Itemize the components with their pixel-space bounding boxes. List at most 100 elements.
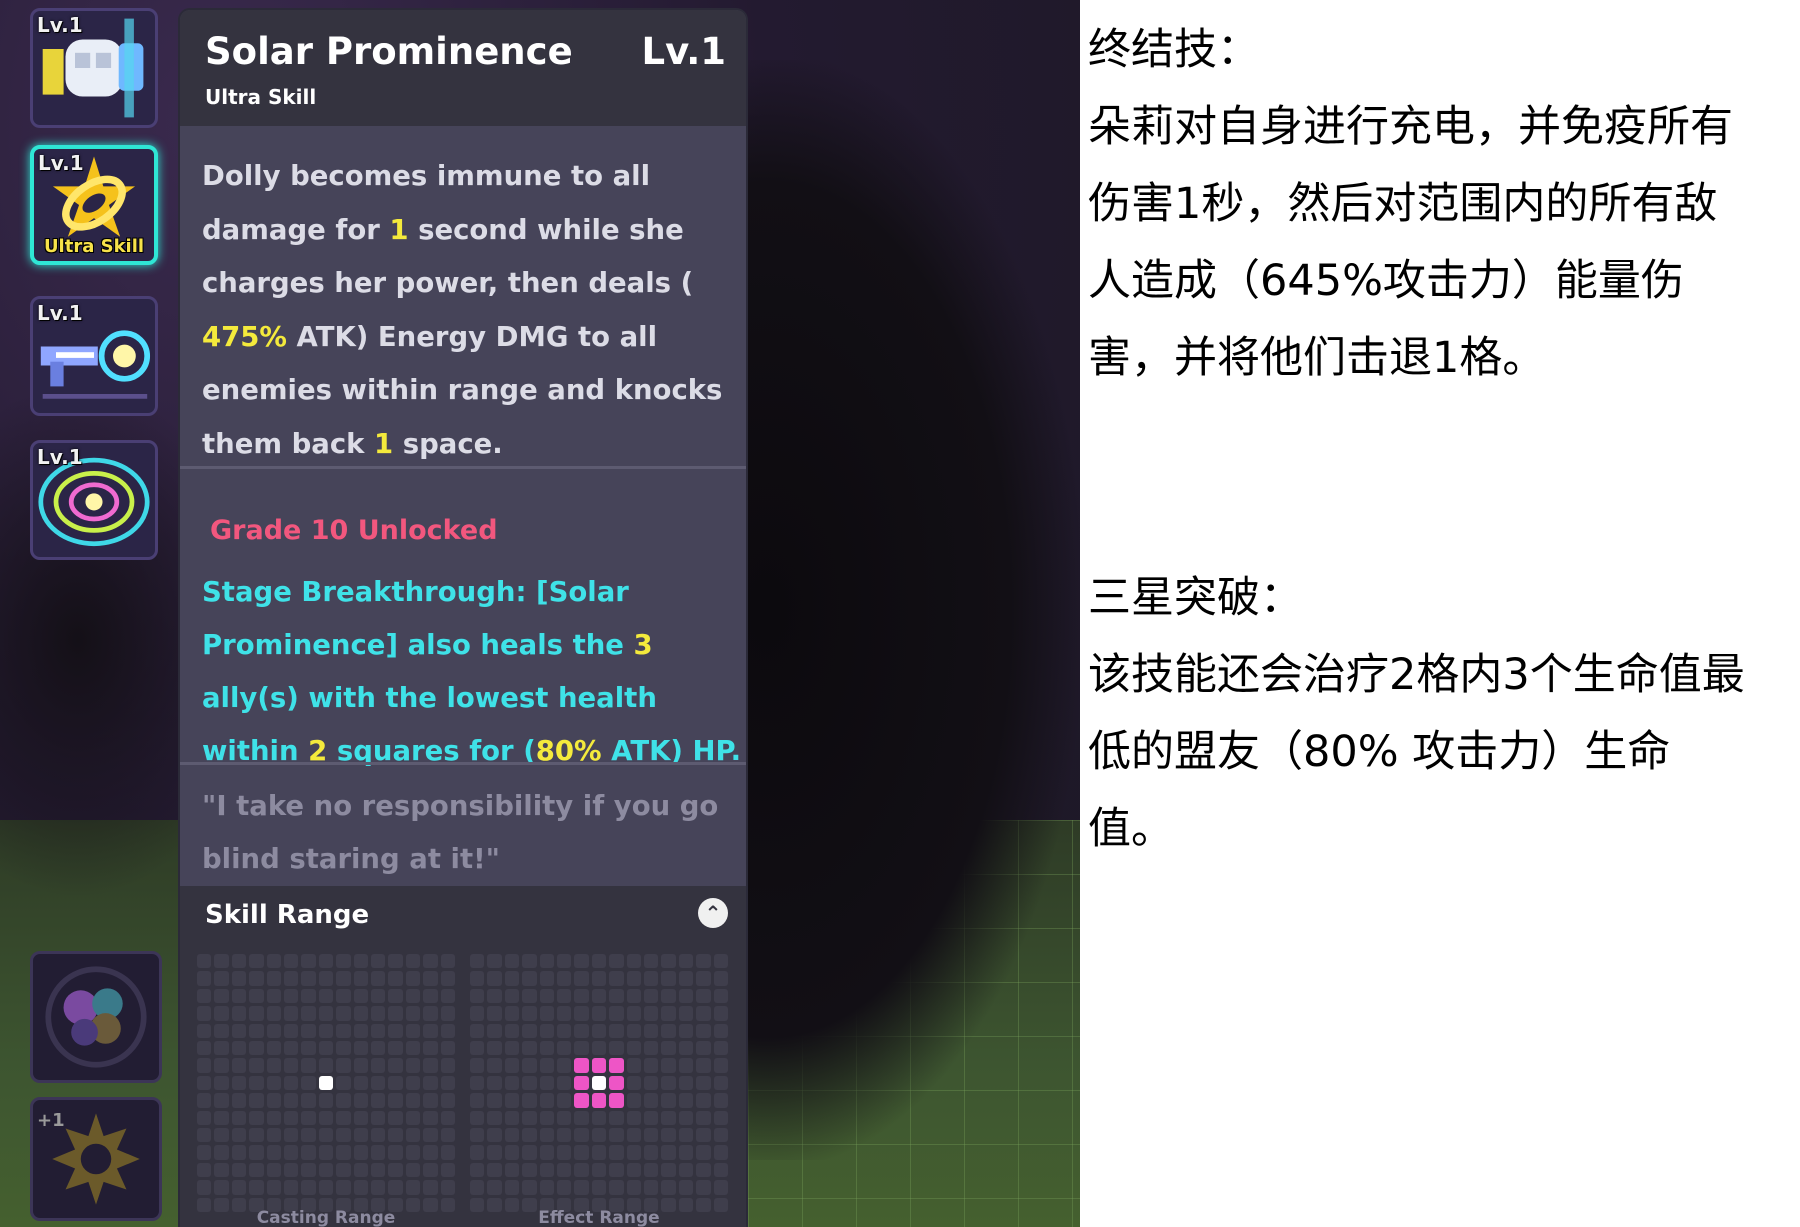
range-cell	[678, 1040, 694, 1056]
range-cell	[661, 988, 676, 1004]
passive-icon-orb[interactable]	[30, 951, 162, 1083]
range-cell	[336, 971, 351, 986]
passive-icon-sun[interactable]: +1	[30, 1097, 162, 1221]
range-cell	[197, 1058, 212, 1073]
divider	[180, 466, 746, 469]
range-cell	[440, 1058, 455, 1073]
range-cell	[470, 954, 485, 969]
range-cell	[643, 1006, 659, 1021]
range-cell	[556, 1058, 572, 1073]
range-cell	[556, 1075, 572, 1091]
skill-icon-4[interactable]: Lv.1	[30, 440, 158, 560]
range-cell	[249, 1162, 264, 1178]
range-cell	[591, 988, 607, 1004]
range-cell	[661, 971, 676, 986]
range-cell	[336, 1093, 351, 1108]
range-cell	[423, 988, 438, 1004]
skill-flavor-quote: "I take no responsibility if you go blin…	[202, 790, 719, 875]
range-cell	[353, 1127, 368, 1143]
range-cell	[487, 988, 502, 1004]
range-cell	[661, 1093, 676, 1108]
range-cell	[713, 971, 728, 986]
range-cell-effect	[574, 1093, 589, 1108]
range-cell	[504, 1180, 520, 1195]
range-cell	[353, 1023, 368, 1038]
range-cell	[336, 1180, 351, 1195]
range-cell	[626, 1075, 641, 1091]
range-cell	[643, 1145, 659, 1160]
range-cell	[336, 1162, 351, 1178]
skill-icon-ultra[interactable]: Lv.1 Ultra Skill	[30, 145, 158, 265]
range-cell	[405, 1145, 421, 1160]
range-cell	[370, 1058, 386, 1073]
range-cell	[678, 1023, 694, 1038]
range-cell	[609, 1040, 624, 1056]
range-cell	[214, 988, 229, 1004]
translation-line: 该技能还会治疗2格内3个生命值最	[1088, 650, 1745, 700]
range-cell	[643, 1180, 659, 1195]
skill-range-title: Skill Range	[205, 900, 370, 930]
range-cell	[696, 1162, 711, 1178]
range-cell	[713, 1093, 728, 1108]
range-cell	[370, 988, 386, 1004]
range-cell	[470, 1075, 485, 1091]
range-cell	[423, 1075, 438, 1091]
range-cell	[626, 971, 641, 986]
skill-description: Dolly becomes immune to all damage for 1…	[202, 150, 727, 471]
collapse-chevron-icon[interactable]: ⌃	[698, 898, 728, 928]
range-cell	[197, 1127, 212, 1143]
range-cell	[574, 1023, 589, 1038]
passive-plus-label: +1	[37, 1110, 65, 1131]
range-cell	[318, 1040, 334, 1056]
range-cell	[301, 1006, 316, 1021]
range-cell	[626, 1110, 641, 1125]
translation-line: 低的盟友（80% 攻击力）生命	[1088, 727, 1671, 777]
range-cell	[301, 1110, 316, 1125]
translation-heading: 终结技：	[1088, 25, 1260, 75]
range-cell	[522, 988, 537, 1004]
range-cell	[522, 954, 537, 969]
range-cell	[539, 1145, 554, 1160]
desc-value: 1	[374, 427, 394, 460]
range-cell	[574, 988, 589, 1004]
range-cell	[266, 1006, 281, 1021]
range-cell	[249, 1023, 264, 1038]
range-cell	[643, 1075, 659, 1091]
range-cell	[197, 1006, 212, 1021]
divider	[180, 762, 746, 765]
range-cell	[197, 1162, 212, 1178]
range-cell	[713, 1110, 728, 1125]
range-cell-effect	[591, 1058, 607, 1073]
range-cell	[249, 1058, 264, 1073]
range-cell	[626, 988, 641, 1004]
range-cell	[591, 1145, 607, 1160]
range-cell	[214, 1075, 229, 1091]
range-cell	[609, 954, 624, 969]
range-cell	[470, 988, 485, 1004]
range-cell	[696, 1058, 711, 1073]
range-cell	[661, 1058, 676, 1073]
range-cell	[353, 1162, 368, 1178]
range-cell	[678, 1162, 694, 1178]
range-cell	[696, 1040, 711, 1056]
skill-icon-3[interactable]: Lv.1	[30, 296, 158, 416]
range-cell	[336, 1075, 351, 1091]
range-cell	[539, 954, 554, 969]
range-cell	[678, 954, 694, 969]
range-cell	[249, 1040, 264, 1056]
skill-icon-1[interactable]: Lv.1	[30, 8, 158, 128]
range-cell	[556, 988, 572, 1004]
range-cell	[336, 1023, 351, 1038]
range-cell	[678, 1093, 694, 1108]
range-cell	[318, 1145, 334, 1160]
range-cell	[522, 971, 537, 986]
range-cell	[522, 1075, 537, 1091]
range-cell	[574, 1145, 589, 1160]
range-cell	[266, 1040, 281, 1056]
range-cell	[470, 1058, 485, 1073]
range-cell	[231, 1093, 247, 1108]
range-cell	[249, 1006, 264, 1021]
translation-section-breakthrough: 三星突破： 该技能还会治疗2格内3个生命值最 低的盟友（80% 攻击力）生命 值…	[1088, 560, 1800, 868]
range-cell	[370, 1127, 386, 1143]
effect-range-label: Effect Range	[538, 1208, 660, 1227]
